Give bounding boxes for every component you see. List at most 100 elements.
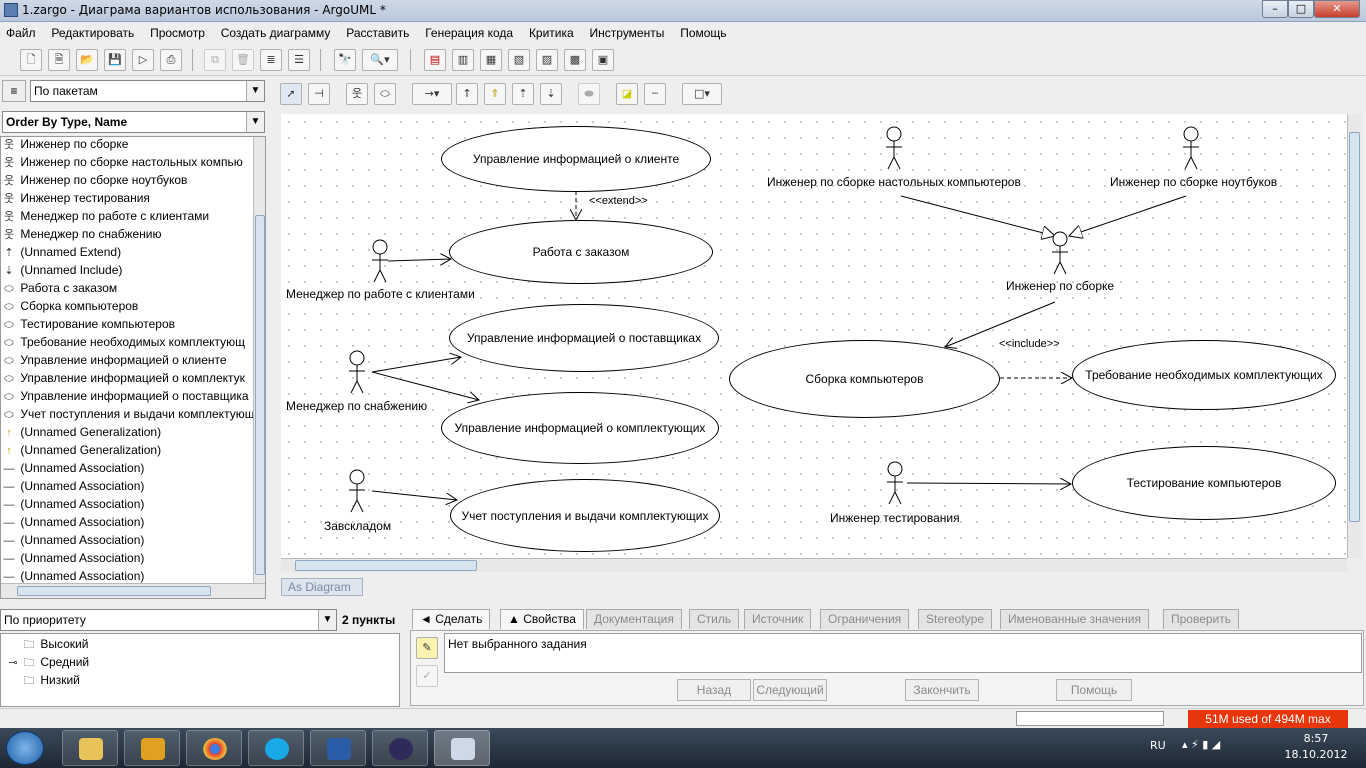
new-activity-diagram-icon[interactable]: ▧ — [508, 49, 530, 71]
order-select[interactable]: Order By Type, Name ▼ — [2, 111, 265, 133]
explorer-item[interactable]: 웃 Менеджер по снабжению — [1, 225, 162, 243]
actor-label[interactable]: Инженер по сборке настольных компьютеров — [767, 175, 1021, 189]
tab-documentation[interactable]: Документация — [586, 609, 682, 629]
usecase-assembly[interactable]: Сборка компьютеров — [729, 340, 1000, 418]
usecase-components-info[interactable]: Управление информацией о комплектующих — [441, 392, 719, 464]
clock-date[interactable]: 18.10.2012 — [1280, 748, 1352, 761]
todo-description[interactable]: Нет выбранного задания — [444, 633, 1362, 673]
navigate-icon[interactable]: ≣ — [260, 49, 282, 71]
explorer-taskbar-app[interactable] — [62, 730, 118, 766]
save-as-icon[interactable]: ▷ — [132, 49, 154, 71]
zoom-icon[interactable]: 🔍▾ — [362, 49, 398, 71]
next-button[interactable]: Следующий — [753, 679, 827, 701]
new-state-diagram-icon[interactable]: ▦ — [480, 49, 502, 71]
explorer-item[interactable]: — (Unnamed Association) — [1, 567, 145, 583]
new-from-template-icon[interactable]: 🗎 — [48, 49, 70, 71]
chrome-taskbar-app[interactable] — [186, 730, 242, 766]
tab-todo[interactable]: ◄ Сделать — [412, 609, 491, 629]
menu-generate-code[interactable]: Генерация кода — [419, 22, 519, 42]
finish-button[interactable]: Закончить — [905, 679, 979, 701]
comment-link-tool-icon[interactable]: ┄ — [644, 83, 666, 105]
broom-tool-icon[interactable]: ⊣ — [308, 83, 330, 105]
actor-label[interactable]: Инженер по сборке — [1006, 279, 1114, 293]
delete-icon[interactable]: 🗑 — [232, 49, 254, 71]
todo-grouping-select[interactable]: По приоритету ▼ — [0, 609, 337, 631]
new-collaboration-diagram-icon[interactable]: ▨ — [536, 49, 558, 71]
start-button[interactable] — [6, 731, 44, 765]
perspective-select[interactable]: По пакетам ▼ — [30, 80, 265, 102]
explorer-item[interactable]: ⬭ Управление информацией о клиенте — [1, 351, 226, 369]
language-indicator[interactable]: RU — [1150, 739, 1166, 752]
usecase-requirement[interactable]: Требование необходимых комплектующих — [1072, 340, 1336, 410]
explorer-item[interactable]: — (Unnamed Association) — [1, 477, 145, 495]
explorer-item[interactable]: ⬭ Сборка компьютеров — [1, 297, 138, 315]
explorer-item[interactable]: 웃 Инженер тестирования — [1, 189, 150, 207]
new-project-icon[interactable]: 🗋 — [20, 49, 42, 71]
explorer-item[interactable]: — (Unnamed Association) — [1, 513, 145, 531]
help-button[interactable]: Помощь — [1056, 679, 1132, 701]
explorer-item[interactable]: 웃 Инженер по сборке настольных компью — [1, 153, 243, 171]
extend-tool-icon[interactable]: ⇡ — [512, 83, 534, 105]
minimize-button[interactable]: – — [1262, 0, 1288, 18]
comment-tool-icon[interactable]: ◪ — [616, 83, 638, 105]
menu-file[interactable]: Файл — [0, 22, 42, 42]
generalization-tool-icon[interactable]: ⇑ — [484, 83, 506, 105]
explorer-config-icon[interactable]: ≡ — [2, 80, 26, 102]
actor-label[interactable]: Менеджер по снабжению — [286, 399, 427, 413]
new-todo-icon[interactable]: ✎ — [416, 637, 438, 659]
actor-label[interactable]: Инженер тестирования — [830, 511, 960, 525]
extension-point-tool-icon[interactable]: ⬬ — [578, 83, 600, 105]
scroll-thumb[interactable] — [1349, 132, 1360, 522]
usecase-suppliers[interactable]: Управление информацией о поставщиках — [449, 304, 719, 372]
explorer-item[interactable]: — (Unnamed Association) — [1, 531, 145, 549]
new-class-diagram-icon[interactable]: ▤ — [424, 49, 446, 71]
actor-label[interactable]: Инженер по сборке ноутбуков — [1110, 175, 1277, 189]
usecase-accounting[interactable]: Учет поступления и выдачи комплектующих — [450, 479, 720, 552]
open-project-icon[interactable]: 📂 — [76, 49, 98, 71]
association-tool-icon[interactable]: →▾ — [412, 83, 452, 105]
explorer-item[interactable]: ⇡ (Unnamed Extend) — [1, 243, 121, 261]
scroll-thumb[interactable] — [17, 586, 211, 596]
copy-icon[interactable]: ⧉ — [204, 49, 226, 71]
explorer-item[interactable]: 웃 Инженер по сборке — [1, 137, 128, 153]
settings-icon[interactable]: ☰ — [288, 49, 310, 71]
menu-edit[interactable]: Редактировать — [45, 22, 140, 42]
menu-critique[interactable]: Критика — [523, 22, 580, 42]
resolve-todo-icon[interactable]: ✓ — [416, 665, 438, 687]
scroll-thumb[interactable] — [255, 215, 265, 575]
tab-source[interactable]: Источник — [744, 609, 812, 629]
tab-stereotype[interactable]: Stereotype — [918, 609, 993, 629]
diagram-hscroll[interactable] — [281, 558, 1347, 572]
back-button[interactable]: Назад — [677, 679, 751, 701]
explorer-item[interactable]: ⬭ Требование необходимых комплектующ — [1, 333, 245, 351]
menu-help[interactable]: Помощь — [674, 22, 732, 42]
eclipse-taskbar-app[interactable] — [372, 730, 428, 766]
argouml-taskbar-app[interactable] — [434, 730, 490, 766]
network-taskbar-app[interactable] — [124, 730, 180, 766]
find-icon[interactable]: 🔭 — [334, 49, 356, 71]
tab-properties[interactable]: ▲ Свойства — [500, 609, 584, 629]
tab-constraints[interactable]: Ограничения — [820, 609, 910, 629]
new-sequence-diagram-icon[interactable]: ▣ — [592, 49, 614, 71]
select-tool-icon[interactable]: ➚ — [280, 83, 302, 105]
actor-label[interactable]: Менеджер по работе с клиентами — [286, 287, 475, 301]
new-deployment-diagram-icon[interactable]: ▩ — [564, 49, 586, 71]
usecase-order[interactable]: Работа с заказом — [449, 220, 713, 284]
explorer-item[interactable]: — (Unnamed Association) — [1, 495, 145, 513]
maximize-button[interactable]: □ — [1288, 0, 1314, 18]
explorer-vscroll[interactable] — [253, 137, 265, 583]
dependency-tool-icon[interactable]: ↑ — [456, 83, 478, 105]
usecase-testing[interactable]: Тестирование компьютеров — [1072, 446, 1336, 520]
tab-as-diagram[interactable]: As Diagram — [281, 578, 363, 596]
tab-tagged-values[interactable]: Именованные значения — [1000, 609, 1149, 629]
actor-label[interactable]: Завскладом — [324, 519, 391, 533]
tray-icons[interactable]: ▴ ⚡ ▮ ◢ — [1182, 738, 1220, 751]
save-project-icon[interactable]: 💾 — [104, 49, 126, 71]
new-usecase-diagram-icon[interactable]: ▥ — [452, 49, 474, 71]
tab-style[interactable]: Стиль — [689, 609, 740, 629]
todo-priority-medium[interactable]: ⊸ 🗀 Средний — [5, 653, 89, 671]
explorer-item[interactable]: — (Unnamed Association) — [1, 549, 145, 567]
explorer-item[interactable]: ⇣ (Unnamed Include) — [1, 261, 122, 279]
scroll-thumb[interactable] — [295, 560, 477, 571]
menu-tools[interactable]: Инструменты — [584, 22, 671, 42]
